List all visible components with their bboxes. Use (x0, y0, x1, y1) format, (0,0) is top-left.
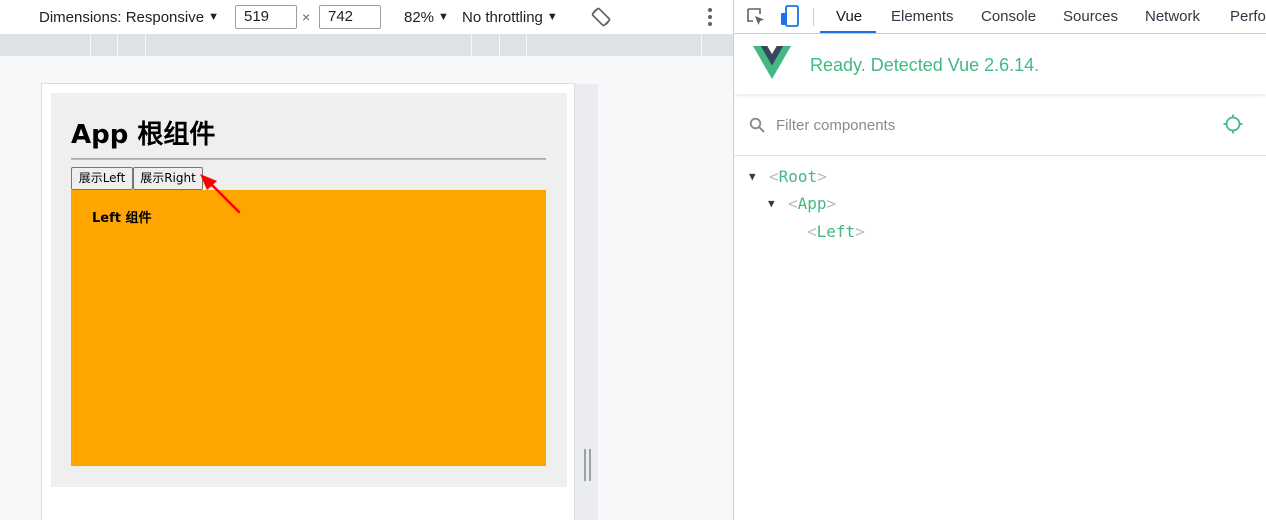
left-component-title: Left 组件 (92, 211, 152, 226)
device-emulation-pane: Dimensions: Responsive ▼ 519 × 742 82% ▼… (0, 0, 733, 520)
app-root-component: App 根组件 展示Left 展示Right Left 组件 (51, 93, 567, 487)
tab-console[interactable]: Console (981, 0, 1036, 34)
show-right-button[interactable]: 展示Right (133, 167, 203, 190)
tab-vue[interactable]: Vue (836, 0, 862, 34)
show-left-button[interactable]: 展示Left (71, 167, 133, 190)
dimensions-label: Dimensions: Responsive (39, 8, 205, 26)
kebab-menu-icon[interactable] (704, 8, 716, 26)
divider (71, 158, 546, 160)
expand-caret-icon[interactable]: ▼ (768, 197, 780, 210)
active-tab-indicator (820, 31, 876, 33)
devtools-pane: Vue Elements Console Sources Network Per… (733, 0, 1266, 520)
target-select-icon[interactable] (1223, 114, 1243, 134)
dropdown-arrow-icon: ▼ (438, 11, 449, 23)
vue-devtools-header: Ready. Detected Vue 2.6.14. (734, 34, 1266, 94)
toolbar-separator (813, 8, 814, 26)
left-component: Left 组件 (71, 190, 546, 466)
tree-item-label: Root (778, 166, 818, 186)
filter-bar (734, 96, 1266, 156)
expand-caret-icon[interactable]: ▼ (749, 170, 761, 183)
dropdown-arrow-icon: ▼ (546, 11, 558, 23)
inspect-element-icon[interactable] (746, 7, 766, 27)
zoom-dropdown[interactable]: 82% ▼ (404, 0, 449, 34)
tab-elements[interactable]: Elements (891, 0, 954, 34)
viewport-resize-handle[interactable] (584, 449, 591, 481)
dropdown-arrow-icon: ▼ (208, 11, 219, 23)
throttling-label: No throttling (462, 8, 543, 26)
app-title: App 根组件 (71, 120, 216, 150)
filter-components-input[interactable] (776, 112, 1196, 138)
tree-item-left[interactable]: < Left > (807, 218, 865, 244)
tab-network[interactable]: Network (1145, 0, 1200, 34)
search-icon (749, 117, 765, 133)
width-input[interactable]: 519 (235, 5, 297, 29)
tree-item-root[interactable]: ▼ < Root > (749, 163, 827, 189)
dimension-separator: × (302, 9, 311, 25)
tree-item-label: Left (816, 221, 856, 241)
tab-sources[interactable]: Sources (1063, 0, 1118, 34)
vue-logo-icon (753, 46, 791, 79)
dimensions-dropdown[interactable]: Dimensions: Responsive ▼ (39, 0, 219, 34)
tree-item-label: App (797, 193, 827, 213)
annotation-arrow-icon (200, 174, 241, 214)
tab-performance[interactable]: Perfo (1230, 0, 1266, 34)
throttling-dropdown[interactable]: No throttling ▼ (462, 0, 558, 34)
emulation-toolbar: Dimensions: Responsive ▼ 519 × 742 82% ▼… (0, 0, 733, 34)
zoom-label: 82% (404, 8, 435, 26)
rotate-icon[interactable] (590, 6, 612, 28)
media-query-ruler (0, 34, 733, 56)
emulated-viewport: App 根组件 展示Left 展示Right Left 组件 (41, 83, 575, 520)
tree-item-app[interactable]: ▼ < App > (768, 190, 836, 216)
device-toolbar-icon[interactable] (780, 5, 800, 27)
vue-status-text: Ready. Detected Vue 2.6.14. (810, 55, 1040, 75)
height-input[interactable]: 742 (319, 5, 381, 29)
devtools-tab-bar: Vue Elements Console Sources Network Per… (734, 0, 1266, 34)
